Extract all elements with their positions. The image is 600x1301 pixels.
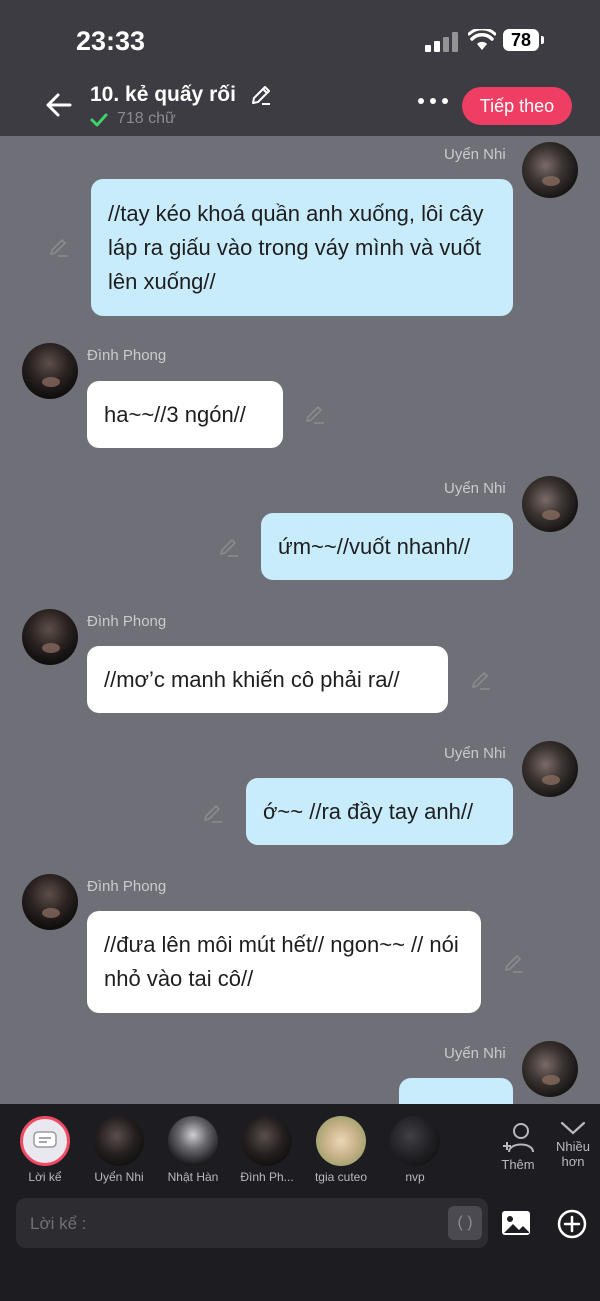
avatar (94, 1116, 144, 1166)
image-icon[interactable] (500, 1207, 532, 1239)
word-count: 718 chữ (117, 110, 176, 127)
character-label: Uyển Nhi (94, 1170, 144, 1184)
chat-area: Uyển Nhi //tay kéo khoá quần anh xuống, … (0, 136, 600, 1104)
avatar (168, 1116, 218, 1166)
character-narrator[interactable]: Lời kể (8, 1116, 82, 1184)
avatar[interactable] (522, 1041, 578, 1097)
character-tgia-cuteo[interactable]: tgia cuteo (304, 1116, 378, 1184)
edit-pencil-icon[interactable] (202, 802, 224, 824)
more-characters-button[interactable]: Nhiều hơn (546, 1120, 600, 1169)
sender-name: Uyển Nhi (444, 1045, 506, 1062)
character-label: nvp (405, 1170, 425, 1184)
avatar[interactable] (22, 343, 78, 399)
paren-button[interactable]: ( ) (448, 1206, 482, 1240)
edit-pencil-icon[interactable] (218, 536, 240, 558)
back-arrow-icon[interactable] (44, 90, 74, 120)
avatar (390, 1116, 440, 1166)
more-label-line2: hơn (561, 1154, 585, 1169)
wifi-icon (468, 29, 496, 50)
top-bar: 23:33 78 10. kẻ quấy rối 718 chữ Tiếp th… (0, 0, 600, 136)
more-label-line1: Nhiều (556, 1139, 590, 1154)
chevron-down-icon (560, 1121, 586, 1135)
sender-name: Đình Phong (87, 347, 167, 364)
character-nhat-han[interactable]: Nhật Hàn (156, 1116, 230, 1184)
sender-name: Uyển Nhi (444, 480, 506, 497)
message-bubble[interactable]: ớ~~ //ra đầy tay anh// (246, 778, 513, 845)
avatar (316, 1116, 366, 1166)
narrator-icon (20, 1116, 70, 1166)
edit-pencil-icon[interactable] (503, 952, 525, 974)
add-label: Thêm (501, 1157, 535, 1172)
edit-pencil-icon[interactable] (48, 236, 70, 258)
edit-pencil-icon[interactable] (304, 403, 326, 425)
battery-indicator: 78 (503, 29, 544, 51)
character-dinh-phong[interactable]: Đình Ph... (230, 1116, 304, 1184)
avatar[interactable] (522, 142, 578, 198)
story-title: 10. kẻ quấy rối (90, 83, 236, 106)
sender-name: Đình Phong (87, 878, 167, 895)
message-bubble[interactable]: //tay kéo khoá quần anh xuống, lôi cây l… (91, 179, 513, 316)
message-bubble[interactable]: //mơ’c manh khiến cô phải ra// (87, 646, 448, 713)
sender-name: Uyển Nhi (444, 745, 506, 762)
message-input-box: ( ) (16, 1198, 488, 1250)
edit-pencil-icon[interactable] (470, 669, 492, 691)
message-bubble[interactable]: ha~~//3 ngón// (87, 381, 283, 448)
add-person-icon (503, 1123, 534, 1153)
avatar[interactable] (522, 476, 578, 532)
character-nvp[interactable]: nvp (378, 1116, 452, 1184)
add-character-button[interactable]: Thêm (496, 1120, 540, 1172)
add-icon[interactable] (556, 1208, 588, 1240)
more-options-icon[interactable] (418, 95, 450, 107)
sender-name: Uyển Nhi (444, 146, 506, 163)
avatar[interactable] (22, 609, 78, 665)
message-input[interactable] (28, 1198, 452, 1250)
sender-name: Đình Phong (87, 613, 167, 630)
character-label: Đình Ph... (240, 1170, 294, 1184)
character-label: Nhật Hàn (167, 1170, 219, 1184)
check-icon (90, 113, 108, 127)
message-bubble[interactable]: ứm~~//vuốt nhanh// (261, 513, 513, 580)
next-button[interactable]: Tiếp theo (462, 87, 572, 125)
message-bubble[interactable] (399, 1078, 513, 1104)
avatar (242, 1116, 292, 1166)
signal-icon (425, 32, 459, 52)
character-label: Lời kể (28, 1170, 62, 1184)
message-bubble[interactable]: //đưa lên môi mút hết// ngon~~ // nói nh… (87, 911, 481, 1013)
status-time: 23:33 (76, 26, 146, 56)
avatar[interactable] (22, 874, 78, 930)
character-label: tgia cuteo (314, 1170, 368, 1184)
edit-pencil-icon[interactable] (250, 84, 272, 106)
avatar[interactable] (522, 741, 578, 797)
character-uyen-nhi[interactable]: Uyển Nhi (82, 1116, 156, 1184)
